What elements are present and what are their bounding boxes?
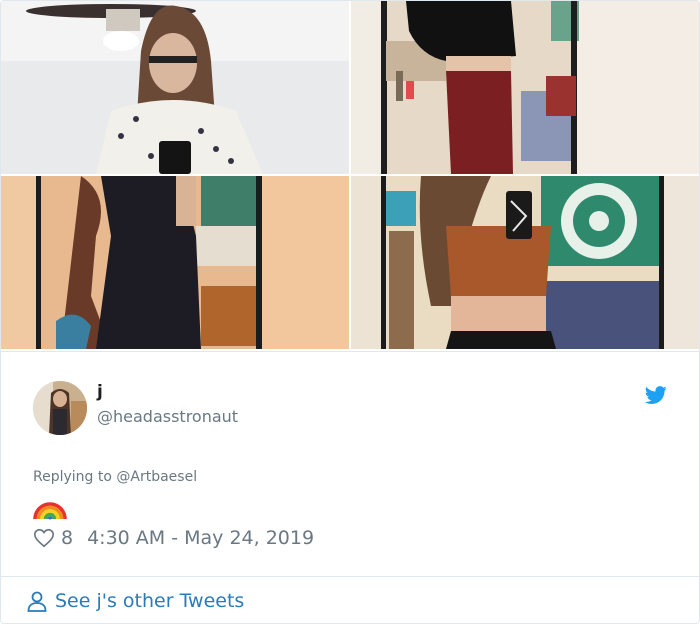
like-count: 8 bbox=[61, 527, 74, 549]
timestamp[interactable]: 4:30 AM - May 24, 2019 bbox=[87, 527, 314, 549]
tweet-meta: 8 4:30 AM - May 24, 2019 bbox=[33, 525, 314, 551]
see-other-tweets-link[interactable]: See j's other Tweets bbox=[25, 587, 244, 615]
footer-divider bbox=[1, 576, 699, 577]
avatar[interactable] bbox=[33, 381, 87, 435]
replying-to: Replying to @Artbaesel bbox=[33, 469, 197, 485]
photo-2[interactable] bbox=[351, 1, 699, 174]
photo-grid bbox=[1, 1, 699, 351]
photo-3[interactable] bbox=[1, 176, 349, 349]
photo-1[interactable] bbox=[1, 1, 349, 174]
heart-icon[interactable] bbox=[33, 527, 55, 549]
rainbow-emoji bbox=[33, 502, 67, 521]
tweet-card: j @headasstronaut Replying to @Artbaesel… bbox=[0, 0, 700, 624]
see-other-tweets-label: See j's other Tweets bbox=[55, 590, 245, 612]
replying-to-link[interactable]: @Artbaesel bbox=[116, 469, 197, 485]
media-divider bbox=[1, 351, 699, 352]
replying-prefix: Replying to bbox=[33, 469, 117, 485]
user-handle[interactable]: @headasstronaut bbox=[97, 407, 238, 426]
display-name[interactable]: j bbox=[97, 382, 103, 402]
person-icon bbox=[27, 591, 47, 612]
twitter-bird-icon[interactable] bbox=[643, 384, 669, 406]
photo-4[interactable] bbox=[351, 176, 699, 349]
